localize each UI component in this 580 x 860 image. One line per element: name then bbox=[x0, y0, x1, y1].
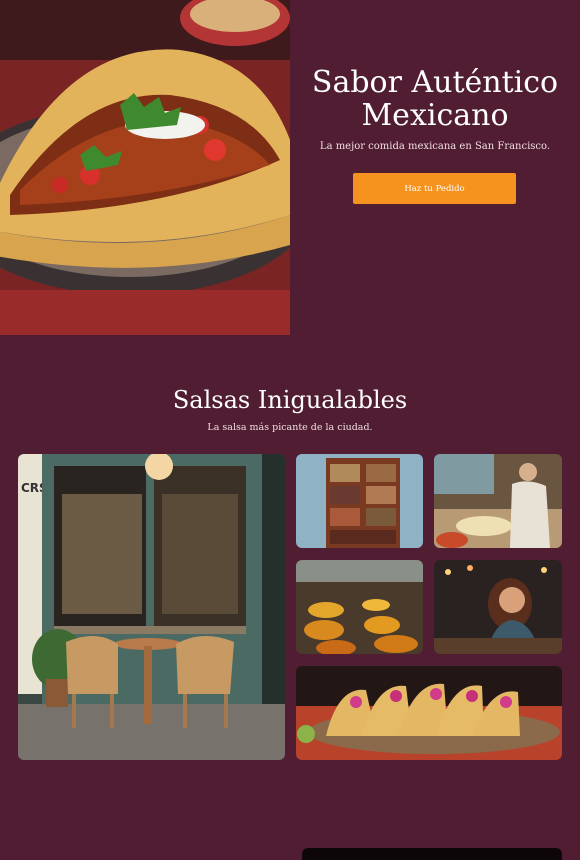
hero-taco-image bbox=[0, 0, 290, 335]
salsas-title: Salsas Inigualables bbox=[172, 386, 408, 414]
hero-title-line1: Sabor Auténtico bbox=[311, 65, 559, 100]
gallery-tacos-image bbox=[296, 666, 562, 760]
gallery-cafe-image: CRS bbox=[18, 454, 285, 760]
gallery-chef-image bbox=[434, 454, 562, 548]
gallery-market-image bbox=[296, 560, 423, 654]
next-section-preview bbox=[302, 848, 562, 860]
order-button[interactable]: Haz tu Pedido bbox=[353, 173, 516, 204]
gallery-bookshelf-image bbox=[296, 454, 423, 548]
hero-title-line2: Mexicano bbox=[361, 98, 509, 133]
salsas-subtitle: La salsa más picante de la ciudad. bbox=[207, 422, 373, 433]
hero-content: Sabor Auténtico Mexicano La mejor comida… bbox=[290, 0, 580, 335]
hero-subtitle: La mejor comida mexicana en San Francisc… bbox=[319, 141, 551, 152]
gallery-night-market-image bbox=[434, 560, 562, 654]
hero-title: Sabor Auténtico Mexicano bbox=[300, 66, 570, 132]
hero-section: Sabor Auténtico Mexicano La mejor comida… bbox=[0, 0, 580, 335]
